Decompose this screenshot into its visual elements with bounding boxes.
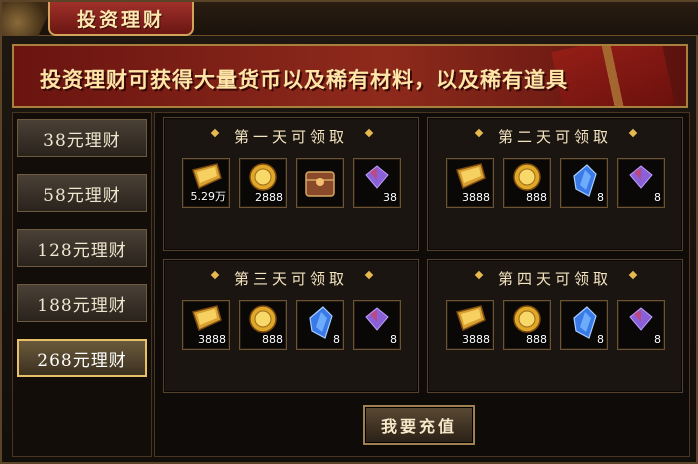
day-panel-2: 第二天可领取 3888 888 8 8: [427, 117, 683, 251]
reward-slot[interactable]: 38: [353, 158, 401, 208]
reward-quantity: 888: [526, 191, 547, 204]
reward-list: 3888 888 8 8: [182, 300, 404, 350]
reward-quantity: 38: [383, 191, 397, 204]
plan-button-38[interactable]: 38元理财: [17, 119, 147, 157]
promo-banner: 投资理财可获得大量货币以及稀有材料，以及稀有道具: [12, 44, 688, 108]
title-bar: 投资理财: [2, 2, 698, 36]
reward-quantity: 3888: [462, 191, 490, 204]
day-panel-4: 第四天可领取 3888 888 8 8: [427, 259, 683, 393]
reward-slot[interactable]: 5.29万: [182, 158, 230, 208]
reward-quantity: 5.29万: [190, 190, 227, 203]
day-title: 第三天可领取: [233, 270, 348, 288]
reward-slot[interactable]: 3888: [446, 300, 494, 350]
reward-list: 3888 888 8 8: [446, 300, 668, 350]
plan-button-188[interactable]: 188元理财: [17, 284, 147, 322]
plan-button-128[interactable]: 128元理财: [17, 229, 147, 267]
reward-slot[interactable]: 3888: [182, 300, 230, 350]
day-title: 第二天可领取: [497, 128, 612, 146]
gift-box-icon: [551, 46, 675, 106]
plan-button-268[interactable]: 268元理财: [17, 339, 147, 377]
day-title: 第四天可领取: [497, 270, 612, 288]
reward-slot[interactable]: 8: [353, 300, 401, 350]
banner-text: 投资理财可获得大量货币以及稀有材料，以及稀有道具: [40, 68, 568, 92]
reward-list: 5.29万 2888 38: [182, 158, 404, 208]
reward-slot[interactable]: [296, 158, 344, 208]
reward-quantity: 888: [526, 333, 547, 346]
plan-sidebar: 38元理财 58元理财 128元理财 188元理财 268元理财: [12, 112, 152, 457]
reward-slot[interactable]: 888: [503, 158, 551, 208]
day-panel-3: 第三天可领取 3888 888 8 8: [163, 259, 419, 393]
plan-button-58[interactable]: 58元理财: [17, 174, 147, 212]
reward-slot[interactable]: 8: [560, 158, 608, 208]
reward-slot[interactable]: 3888: [446, 158, 494, 208]
recharge-button[interactable]: 我要充值: [363, 405, 475, 445]
reward-quantity: 3888: [198, 333, 226, 346]
reward-slot[interactable]: 888: [503, 300, 551, 350]
reward-quantity: 8: [654, 333, 661, 346]
reward-list: 3888 888 8 8: [446, 158, 668, 208]
reward-slot[interactable]: 888: [239, 300, 287, 350]
window-title: 投资理财: [76, 8, 165, 31]
reward-quantity: 8: [654, 191, 661, 204]
reward-slot[interactable]: 8: [617, 300, 665, 350]
title-tab: 投资理财: [48, 2, 194, 36]
reward-quantity: 8: [390, 333, 397, 346]
reward-quantity: 888: [262, 333, 283, 346]
day-panel-1: 第一天可领取 5.29万 2888 38: [163, 117, 419, 251]
dragon-ornament-icon: [2, 2, 54, 36]
reward-quantity: 8: [333, 333, 340, 346]
rewards-area: 第一天可领取 5.29万 2888 38 第二天可领取 3888 888 8 8 第三天可领取 38…: [154, 112, 690, 457]
reward-quantity: 8: [597, 333, 604, 346]
day-title: 第一天可领取: [233, 128, 348, 146]
investment-window: 投资理财 投资理财可获得大量货币以及稀有材料，以及稀有道具 38元理财 58元理…: [0, 0, 698, 464]
reward-slot[interactable]: 8: [617, 158, 665, 208]
reward-quantity: 2888: [255, 191, 283, 204]
reward-quantity: 3888: [462, 333, 490, 346]
reward-quantity: 8: [597, 191, 604, 204]
reward-slot[interactable]: 8: [296, 300, 344, 350]
reward-slot[interactable]: 8: [560, 300, 608, 350]
reward-slot[interactable]: 2888: [239, 158, 287, 208]
